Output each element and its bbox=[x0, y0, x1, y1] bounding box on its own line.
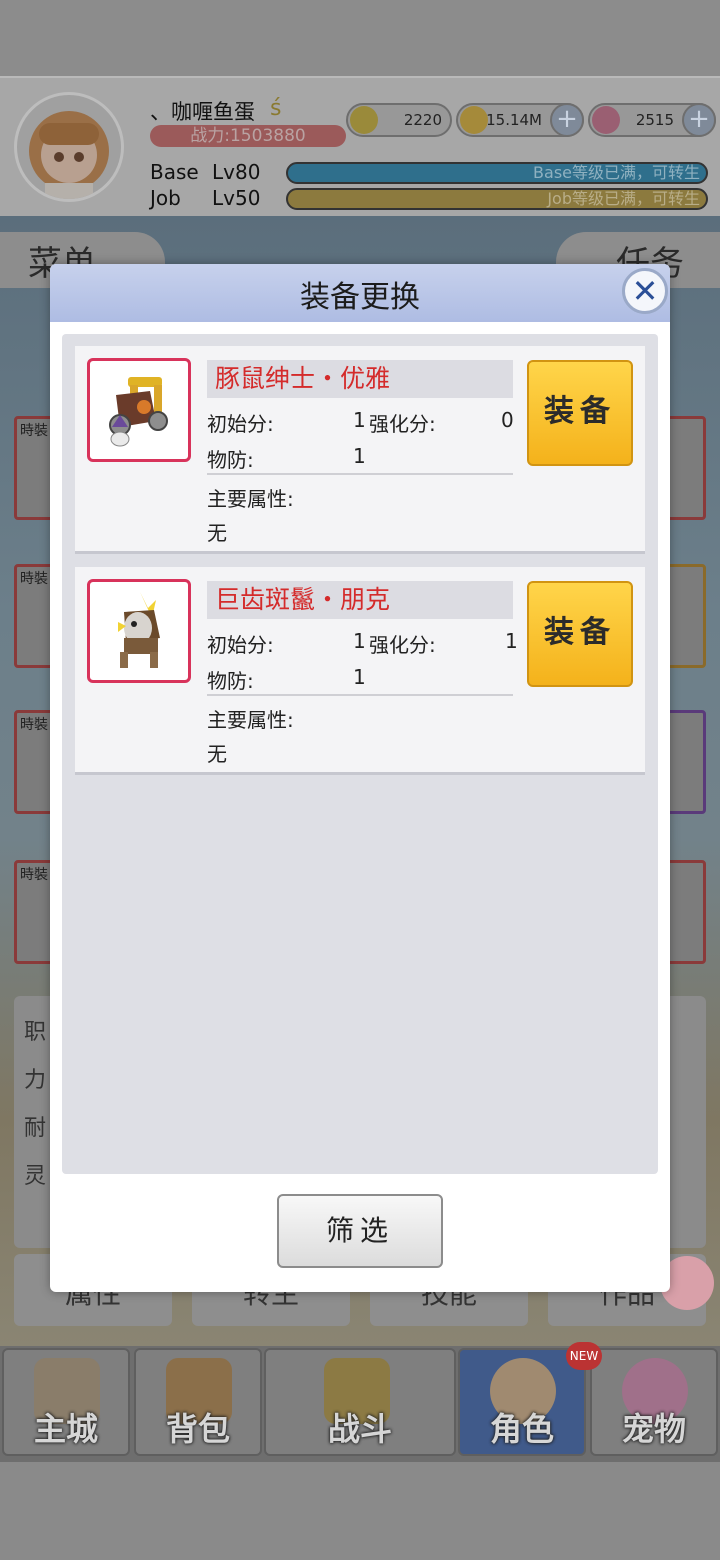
phys-def-value: 1 bbox=[353, 665, 366, 689]
cart-mount-icon[interactable] bbox=[87, 358, 191, 462]
nav-character[interactable]: 角色 bbox=[458, 1348, 586, 1456]
main-attr-label: 主要属性: bbox=[207, 487, 294, 511]
equipment-card: 豚鼠绅士・优雅 初始分: 1 强化分: 0 物防: 1 主要属性: 无 装备 bbox=[75, 346, 645, 554]
item-name: 豚鼠绅士・优雅 bbox=[207, 360, 513, 398]
nav-pet[interactable]: 宠物 bbox=[590, 1348, 718, 1456]
enhance-score-label: 强化分: bbox=[369, 412, 436, 436]
initial-score-value: 1 bbox=[353, 408, 366, 432]
new-badge: NEW bbox=[566, 1342, 602, 1370]
gold-value: 15.14M bbox=[486, 111, 542, 129]
equip-button[interactable]: 装备 bbox=[527, 360, 633, 466]
costume-slot-label: 時裝 bbox=[20, 867, 48, 883]
equip-button[interactable]: 装备 bbox=[527, 581, 633, 687]
initial-score-label: 初始分: bbox=[207, 412, 274, 436]
dialog-title: 装备更换 bbox=[300, 280, 420, 315]
main-attr-label: 主要属性: bbox=[207, 708, 294, 732]
zeny-value: 2220 bbox=[403, 111, 442, 129]
equipment-card: 巨齿斑鬣・朋克 初始分: 1 强化分: 1 物防: 1 主要属性: 无 装备 bbox=[75, 567, 645, 775]
nav-label: 战斗 bbox=[327, 1410, 392, 1448]
initial-score-label: 初始分: bbox=[207, 633, 274, 657]
gold-coin-icon bbox=[460, 106, 488, 134]
nav-label: 角色 bbox=[489, 1410, 554, 1448]
main-attr-value: 无 bbox=[207, 521, 227, 545]
crystal-resource: 2515 + bbox=[588, 103, 716, 137]
job-level: Lv50 bbox=[212, 186, 261, 210]
add-gold-button[interactable]: + bbox=[550, 103, 584, 137]
initial-score-value: 1 bbox=[353, 629, 366, 653]
player-name: 、咖喱鱼蛋 bbox=[150, 100, 255, 124]
costume-slot-label: 時裝 bbox=[20, 423, 48, 439]
divider bbox=[207, 473, 513, 475]
base-exp-bar: Base等级已满，可转生 bbox=[286, 162, 708, 184]
close-button[interactable]: ✕ bbox=[622, 268, 668, 314]
costume-slot-label: 時裝 bbox=[20, 571, 48, 587]
base-level: Lv80 bbox=[212, 160, 261, 184]
enhance-score-value: 0 bbox=[501, 408, 514, 432]
filter-button[interactable]: 筛选 bbox=[277, 1194, 443, 1268]
gold-resource: 15.14M + bbox=[456, 103, 584, 137]
base-label: Base bbox=[150, 160, 199, 184]
job-exp-bar: Job等级已满，可转生 bbox=[286, 188, 708, 210]
nav-label: 宠物 bbox=[621, 1410, 686, 1448]
stat-label: 力 bbox=[24, 1068, 47, 1093]
stat-label: 耐 bbox=[24, 1116, 47, 1141]
phys-def-label: 物防: bbox=[207, 669, 254, 693]
enhance-score-label: 强化分: bbox=[369, 633, 436, 657]
phys-def-value: 1 bbox=[353, 444, 366, 468]
crystal-value: 2515 bbox=[635, 111, 674, 129]
system-gesture-area bbox=[0, 1462, 720, 1560]
add-crystal-button[interactable]: + bbox=[682, 103, 716, 137]
costume-slot-label: 時裝 bbox=[20, 717, 48, 733]
avatar[interactable] bbox=[14, 92, 124, 202]
phys-def-label: 物防: bbox=[207, 448, 254, 472]
nav-backpack[interactable]: 背包 bbox=[134, 1348, 262, 1456]
divider bbox=[207, 694, 513, 696]
status-bar bbox=[0, 0, 720, 76]
rank-badge-icon: ś bbox=[270, 96, 282, 121]
hyena-mount-icon[interactable] bbox=[87, 579, 191, 683]
stat-label: 灵 bbox=[24, 1164, 47, 1189]
main-attr-value: 无 bbox=[207, 742, 227, 766]
crystal-icon bbox=[592, 106, 620, 134]
zeny-resource: 2220 bbox=[346, 103, 452, 137]
enhance-score-value: 1 bbox=[505, 629, 518, 653]
stat-label: 职 bbox=[24, 1020, 47, 1045]
nav-main-city[interactable]: 主城 bbox=[2, 1348, 130, 1456]
nav-label: 背包 bbox=[165, 1410, 230, 1448]
nav-battle[interactable]: 战斗 bbox=[264, 1348, 456, 1456]
combat-power: 战力:1503880 bbox=[150, 125, 346, 147]
nav-label: 主城 bbox=[33, 1410, 98, 1448]
job-label: Job bbox=[150, 186, 181, 210]
zeny-coin-icon bbox=[350, 106, 378, 134]
close-icon: ✕ bbox=[631, 272, 659, 310]
item-name: 巨齿斑鬣・朋克 bbox=[207, 581, 513, 619]
